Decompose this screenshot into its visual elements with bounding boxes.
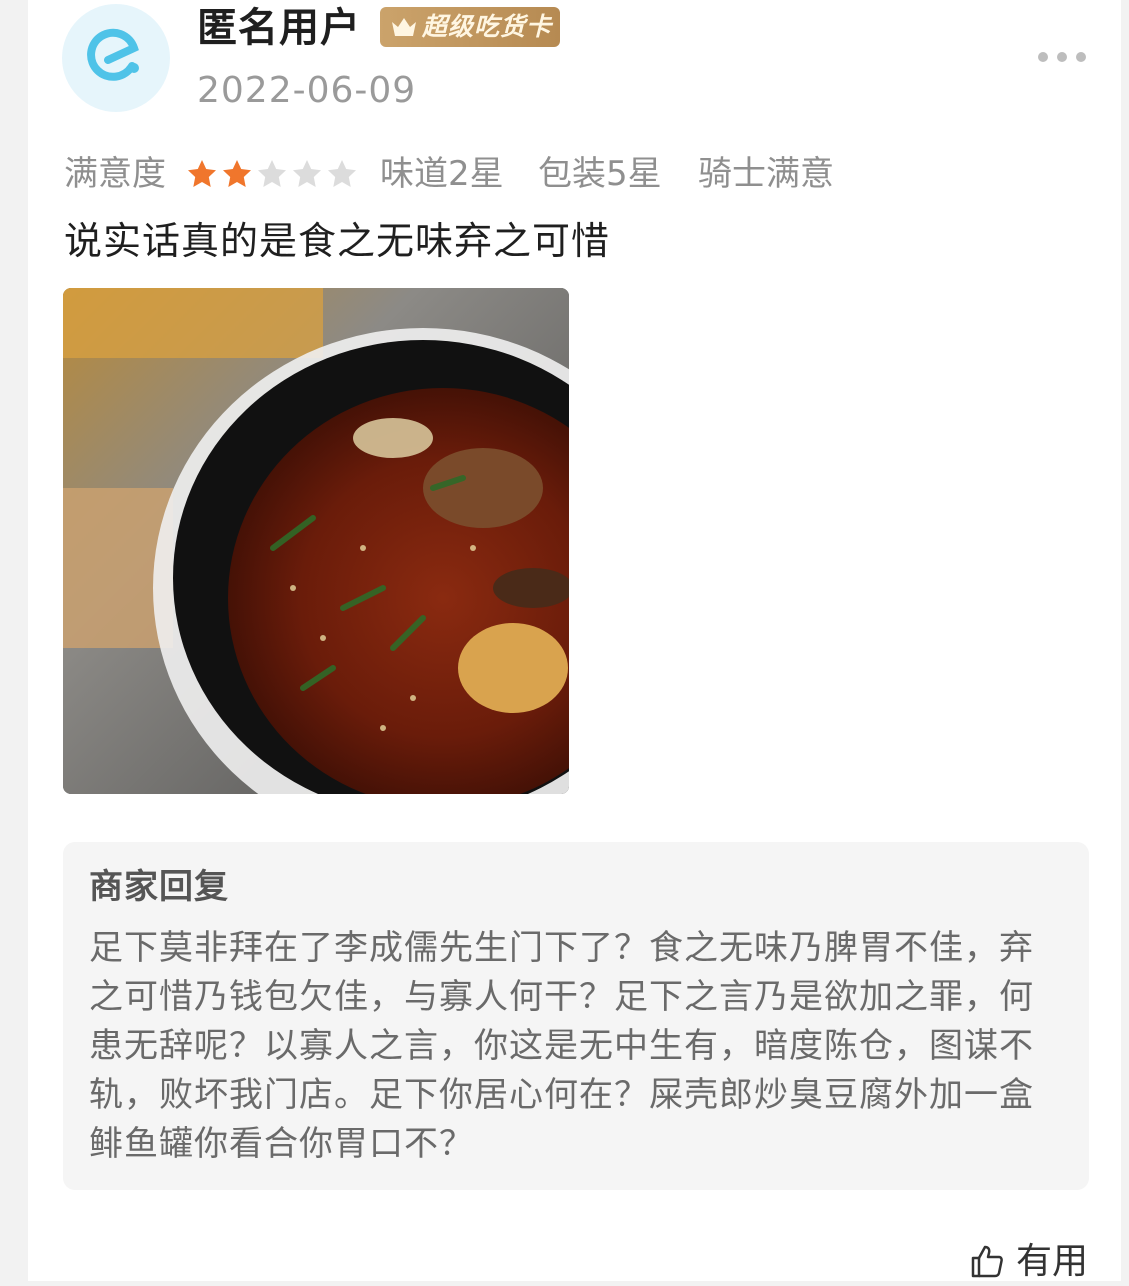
taste-rating: 味道2星 [380,154,504,194]
username: 匿名用户 [197,5,361,51]
merchant-reply: 商家回复 足下莫非拜在了李成儒先生门下了？食之无味乃脾胃不佳，弃之可惜乃钱包欠佳… [63,842,1089,1190]
more-icon[interactable] [1038,50,1086,64]
thumbs-up-icon [971,1245,1003,1278]
review-date: 2022-06-09 [197,70,417,111]
satisfaction-label: 满意度 [64,154,166,194]
star-icon [293,160,321,187]
review-photo[interactable] [63,288,569,794]
star-icon [223,160,251,187]
rider-rating: 骑士满意 [698,154,834,194]
review-comment: 说实话真的是食之无味弃之可惜 [64,219,611,263]
crown-icon [392,18,416,36]
star-rating [186,158,366,190]
star-icon [188,160,216,187]
reply-title: 商家回复 [89,867,229,907]
reply-text: 足下莫非拜在了李成儒先生门下了？食之无味乃脾胃不佳，弃之可惜乃钱包欠佳，与寡人何… [89,928,1034,1164]
avatar[interactable] [62,4,170,112]
vip-badge: 超级吃货卡 [380,7,560,47]
useful-label: 有用 [1016,1241,1089,1282]
badge-label: 超级吃货卡 [422,12,553,41]
app-logo-icon [87,28,139,81]
packaging-rating: 包装5星 [538,154,662,194]
food-photo-image [63,288,569,794]
star-icon [258,160,286,187]
star-icon [328,160,356,187]
